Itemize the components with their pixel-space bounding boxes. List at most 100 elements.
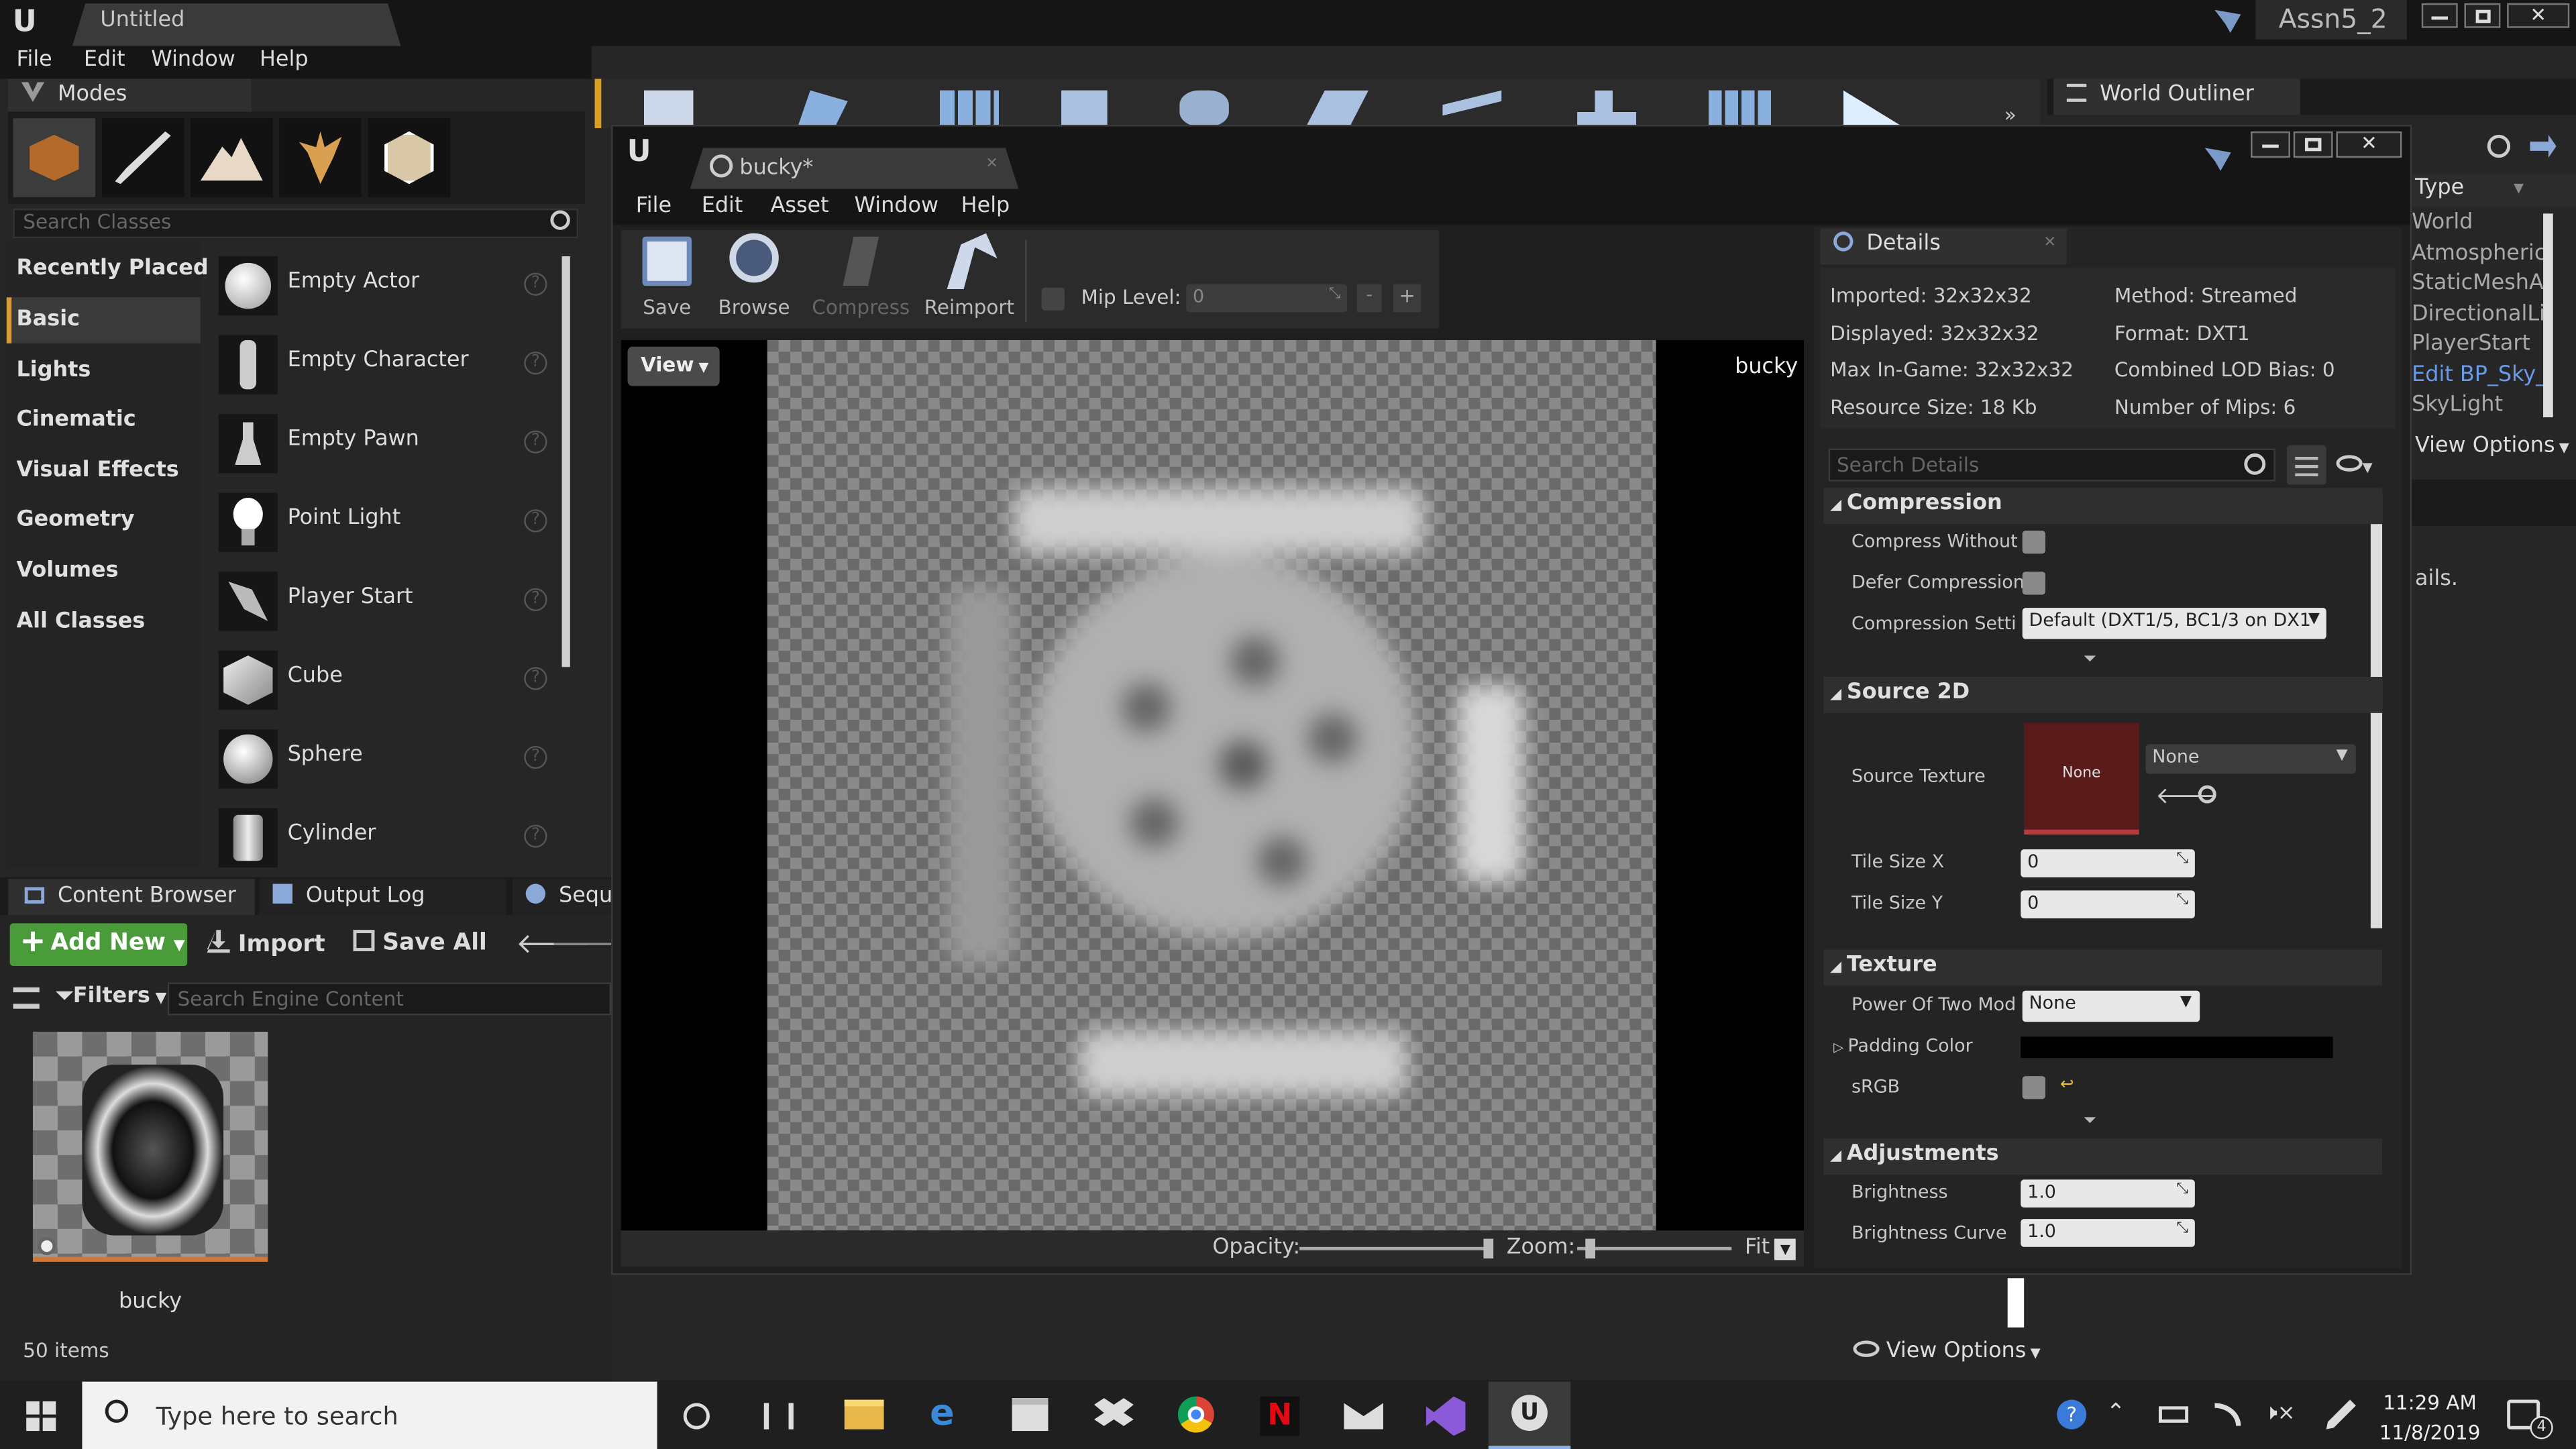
- class-item-point-light[interactable]: Point Light?: [205, 486, 559, 562]
- details-search-field[interactable]: Search Details: [1828, 448, 2275, 482]
- opacity-slider-handle[interactable]: [1483, 1238, 1494, 1258]
- tab-output-log[interactable]: Output Log: [259, 879, 506, 916]
- category-lights[interactable]: Lights: [16, 358, 91, 383]
- texture-advanced-arrow[interactable]: ⏷: [2083, 1112, 2096, 1130]
- outliner-item[interactable]: World: [2412, 209, 2543, 239]
- expand-arrow-icon[interactable]: ▷: [1833, 1040, 1847, 1055]
- defer-compression-checkbox[interactable]: [2022, 572, 2046, 595]
- zoom-slider-track[interactable]: [1577, 1246, 1732, 1250]
- outliner-item[interactable]: PlayerStart: [2412, 330, 2543, 360]
- fit-dropdown[interactable]: Fit ▼: [1745, 1236, 1796, 1260]
- outliner-scrollbar[interactable]: [2543, 213, 2553, 418]
- file-explorer-icon[interactable]: [844, 1399, 884, 1430]
- unreal-logo-icon[interactable]: U: [7, 5, 43, 41]
- tab-sequencer[interactable]: Sequ: [513, 879, 612, 916]
- details-tab[interactable]: Details ✕: [1820, 228, 2067, 265]
- asset-tile-bucky[interactable]: [32, 1031, 268, 1262]
- mip-minus-button[interactable]: -: [1356, 284, 1382, 313]
- tab-content-browser[interactable]: Content Browser: [8, 879, 255, 916]
- details-visibility-button[interactable]: ▼: [2336, 453, 2373, 476]
- te-browse-button[interactable]: Browse: [716, 233, 792, 319]
- level-tab[interactable]: Untitled: [72, 3, 401, 46]
- category-volumes[interactable]: Volumes: [16, 559, 118, 584]
- reset-to-default-icon[interactable]: ↩: [2060, 1076, 2074, 1094]
- category-cinematic[interactable]: Cinematic: [16, 407, 136, 432]
- chrome-icon[interactable]: [1177, 1396, 1214, 1433]
- adjustments-section-header[interactable]: ◢ Adjustments: [1823, 1138, 2383, 1175]
- compression-settings-dropdown[interactable]: Default (DXT1/5, BC1/3 on DX1 ▼: [2022, 608, 2326, 639]
- outliner-item[interactable]: AtmosphericF: [2412, 239, 2543, 269]
- te-compress-button[interactable]: Compress: [812, 233, 910, 319]
- class-item-empty-character[interactable]: Empty Character?: [205, 329, 559, 405]
- outliner-view-options[interactable]: View Options ▼: [2415, 434, 2569, 459]
- mip-plus-button[interactable]: +: [1393, 284, 1421, 313]
- start-windows-icon[interactable]: [26, 1401, 56, 1432]
- foliage-mode-button[interactable]: [279, 118, 362, 197]
- help-icon[interactable]: ?: [524, 430, 547, 453]
- battery-icon[interactable]: [2158, 1406, 2189, 1423]
- class-item-player-start[interactable]: Player Start?: [205, 565, 559, 641]
- tab-close-icon[interactable]: ✕: [985, 156, 998, 172]
- menu-file[interactable]: File: [16, 48, 52, 72]
- help-icon[interactable]: ?: [524, 272, 547, 296]
- category-geometry[interactable]: Geometry: [16, 508, 134, 533]
- geometry-mode-button[interactable]: [368, 118, 451, 197]
- outliner-item[interactable]: StaticMeshAc: [2412, 270, 2543, 300]
- compression-advanced-arrow[interactable]: ⏷: [2083, 651, 2096, 669]
- category-basic[interactable]: Basic: [16, 307, 80, 332]
- place-mode-button[interactable]: [13, 118, 96, 197]
- modes-tab[interactable]: Modes: [8, 78, 252, 112]
- notifications-icon[interactable]: 4: [2507, 1399, 2553, 1440]
- search-classes-field[interactable]: Search Classes: [13, 209, 579, 239]
- help-icon[interactable]: ?: [524, 352, 547, 375]
- task-view-icon[interactable]: [763, 1403, 794, 1430]
- help-icon[interactable]: ?: [524, 667, 547, 690]
- class-item-cylinder[interactable]: Cylinder?: [205, 802, 559, 877]
- taskbar-search-box[interactable]: Type here to search: [82, 1381, 657, 1449]
- category-recently-placed[interactable]: Recently Placed: [16, 256, 208, 281]
- te-reimport-button[interactable]: Reimport: [923, 233, 1015, 319]
- paint-mode-button[interactable]: [101, 118, 184, 197]
- help-icon[interactable]: ?: [524, 588, 547, 612]
- save-all-button[interactable]: Save All: [353, 930, 487, 956]
- cortana-icon[interactable]: [683, 1403, 710, 1430]
- brightness-curve-field[interactable]: 1.0 ⤡: [2021, 1219, 2195, 1247]
- netflix-icon[interactable]: N: [1260, 1396, 1300, 1436]
- help-icon[interactable]: ?: [524, 824, 547, 848]
- brightness-field[interactable]: 1.0 ⤡: [2021, 1179, 2195, 1208]
- volume-mute-icon[interactable]: 🕨×: [2264, 1401, 2296, 1426]
- menu-edit[interactable]: Edit: [84, 48, 125, 72]
- class-item-sphere[interactable]: Sphere?: [205, 723, 559, 799]
- class-item-empty-pawn[interactable]: Empty Pawn?: [205, 407, 559, 483]
- tile-size-x-field[interactable]: 0 ⤡: [2021, 849, 2195, 877]
- store-icon[interactable]: [1012, 1398, 1049, 1432]
- tab-close-icon[interactable]: ✕: [2044, 235, 2056, 251]
- texture-editor-maximize-button[interactable]: [2293, 131, 2333, 158]
- texture-section-header[interactable]: ◢ Texture: [1823, 949, 2383, 986]
- category-visual-effects[interactable]: Visual Effects: [16, 458, 178, 483]
- clock[interactable]: 11:29 AM 11/8/2019: [2375, 1388, 2484, 1447]
- srgb-checkbox[interactable]: [2022, 1076, 2046, 1099]
- te-menu-asset[interactable]: Asset: [771, 194, 829, 219]
- opacity-slider-track[interactable]: [1299, 1246, 1494, 1250]
- property-matrix-button[interactable]: [2287, 445, 2326, 485]
- menu-window[interactable]: Window: [151, 48, 235, 72]
- import-button[interactable]: Import: [207, 930, 325, 958]
- source-texture-thumbnail[interactable]: None: [2024, 722, 2139, 835]
- texture-editor-minimize-button[interactable]: [2251, 131, 2290, 158]
- source2d-section-header[interactable]: ◢ Source 2D: [1823, 676, 2383, 713]
- mip-level-checkbox[interactable]: [1041, 287, 1065, 311]
- help-icon[interactable]: ?: [524, 745, 547, 769]
- filters-button[interactable]: ⏷Filters ▼: [56, 984, 166, 1009]
- close-button[interactable]: ✕: [2507, 3, 2570, 28]
- minimize-button[interactable]: [2421, 3, 2458, 28]
- te-menu-edit[interactable]: Edit: [702, 194, 743, 219]
- zoom-slider-handle[interactable]: [1585, 1238, 1595, 1258]
- world-outliner-tab[interactable]: World Outliner: [2053, 78, 2300, 115]
- main-view-options[interactable]: View Options ▼: [1853, 1339, 2041, 1364]
- landscape-mode-button[interactable]: [191, 118, 273, 197]
- tile-size-y-field[interactable]: 0 ⤡: [2021, 890, 2195, 918]
- view-menu-button[interactable]: View ▼: [627, 346, 720, 386]
- power-of-two-dropdown[interactable]: None ▼: [2022, 990, 2200, 1022]
- mip-level-field[interactable]: 0 ⤡: [1186, 284, 1348, 313]
